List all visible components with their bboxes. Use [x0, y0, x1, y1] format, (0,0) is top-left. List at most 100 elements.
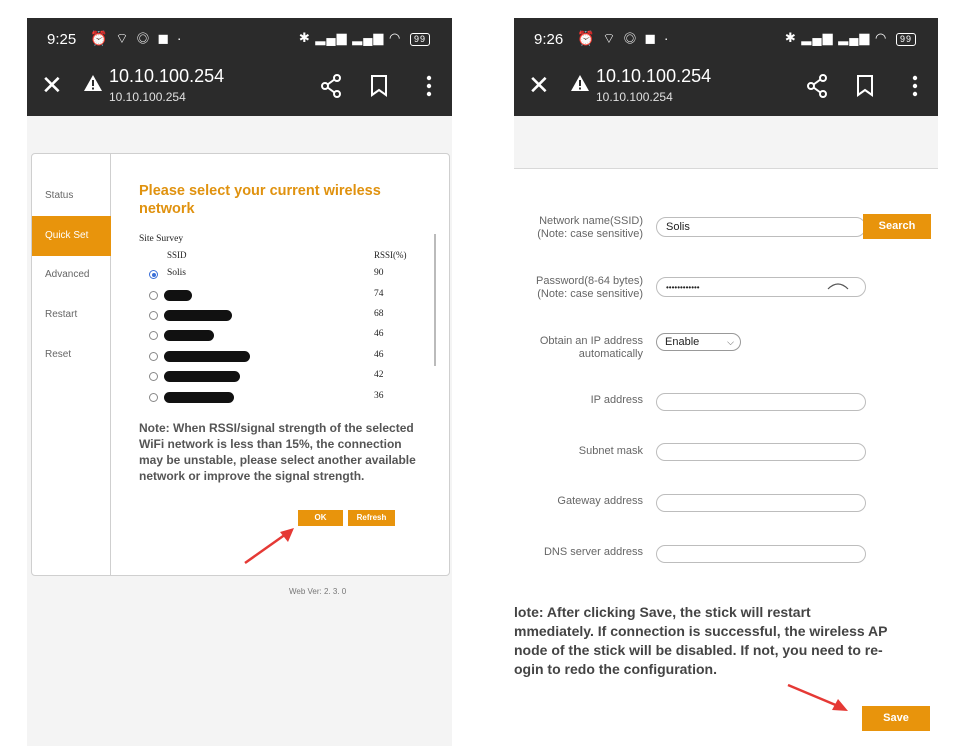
password-label-line1: Password(8-64 bytes) — [536, 275, 643, 287]
ssid-label-line1: Network name(SSID) — [539, 215, 643, 227]
eye-icon[interactable] — [827, 282, 849, 290]
notification-icons: ⏰ ⌔ ◎ ◼ · — [90, 30, 184, 46]
ssid-input[interactable]: Solis — [656, 217, 866, 237]
bookmark-icon[interactable] — [856, 74, 874, 103]
warning-icon[interactable] — [570, 74, 590, 97]
battery-icon: 99 — [409, 33, 430, 46]
left-phone-screen: 9:25 ⏰ ⌔ ◎ ◼ · ✱ ▂▄▆ ▂▄▆ ◠ 99 ✕ 10.10.10… — [27, 18, 452, 746]
network-row[interactable]: 36 — [149, 389, 429, 407]
refresh-button[interactable]: Refresh — [348, 510, 395, 526]
ip-address-input[interactable] — [656, 393, 866, 411]
password-label: Password(8-64 bytes) (Note: case sensiti… — [514, 275, 643, 301]
notification-icons: ⏰ ⌔ ◎ ◼ · — [577, 30, 671, 46]
ssid-column-header: SSID — [167, 250, 187, 260]
battery-icon: 99 — [895, 33, 916, 46]
page-header-band — [514, 116, 938, 169]
chevron-down-icon: ⌵ — [727, 337, 734, 347]
bookmark-icon[interactable] — [370, 74, 388, 103]
network-radio[interactable] — [149, 372, 158, 381]
redacted-ssid — [164, 371, 240, 382]
status-time: 9:26 — [534, 31, 564, 48]
browser-toolbar: ✕ 10.10.100.254 10.10.100.254 — [514, 60, 938, 116]
redacted-ssid — [164, 392, 234, 403]
warning-icon[interactable] — [83, 74, 103, 97]
network-ssid: Solis — [167, 268, 187, 278]
redacted-ssid — [164, 330, 214, 341]
sidebar-item-restart[interactable]: Restart — [32, 295, 111, 335]
redacted-ssid — [164, 351, 250, 362]
network-row[interactable]: 46 — [149, 327, 429, 345]
network-radio[interactable] — [149, 270, 158, 279]
ssid-label-line2: (Note: case sensitive) — [537, 228, 643, 240]
dns-label: DNS server address — [543, 546, 643, 558]
subnet-mask-input[interactable] — [656, 443, 866, 461]
network-radio[interactable] — [149, 393, 158, 402]
network-rssi: 42 — [374, 370, 384, 380]
close-icon[interactable]: ✕ — [528, 72, 550, 98]
network-row[interactable]: 46 — [149, 348, 429, 366]
right-phone-screen: 9:26 ⏰ ⌔ ◎ ◼ · ✱ ▂▄▆ ▂▄▆ ◠ 99 ✕ 10.10.10… — [514, 18, 938, 746]
status-bar: 9:25 ⏰ ⌔ ◎ ◼ · ✱ ▂▄▆ ▂▄▆ ◠ 99 — [27, 18, 452, 60]
ssid-label: Network name(SSID) (Note: case sensitive… — [514, 215, 643, 241]
network-row[interactable]: Solis 90 — [149, 266, 429, 284]
network-rssi: 46 — [374, 350, 384, 360]
obtain-ip-value: Enable — [665, 336, 700, 348]
close-icon[interactable]: ✕ — [41, 72, 63, 98]
redacted-ssid — [164, 290, 192, 301]
share-icon[interactable] — [320, 74, 342, 103]
password-label-line2: (Note: case sensitive) — [537, 288, 643, 300]
url-subtext: 10.10.100.254 — [109, 90, 186, 104]
share-icon[interactable] — [806, 74, 828, 103]
subnet-mask-label: Subnet mask — [578, 445, 643, 457]
red-arrow-icon — [244, 528, 294, 565]
web-version: Web Ver: 2. 3. 0 — [289, 587, 347, 596]
save-note: lote: After clicking Save, the stick wil… — [514, 604, 888, 677]
network-radio[interactable] — [149, 311, 158, 320]
network-row[interactable]: 74 — [149, 287, 429, 305]
network-rssi: 74 — [374, 289, 384, 299]
obtain-ip-label: Obtain an IP address automatically — [514, 335, 643, 361]
sidebar-item-quick-set[interactable]: Quick Set — [32, 216, 111, 256]
sidebar-item-advanced[interactable]: Advanced — [32, 255, 111, 295]
password-input[interactable]: •••••••••••• — [656, 277, 866, 297]
ok-button[interactable]: OK — [298, 510, 343, 526]
rssi-column-header: RSSI(%) — [374, 250, 407, 260]
status-bar: 9:26 ⏰ ⌔ ◎ ◼ · ✱ ▂▄▆ ▂▄▆ ◠ 99 — [514, 18, 938, 60]
gateway-input[interactable] — [656, 494, 866, 512]
gateway-label: Gateway address — [557, 495, 643, 507]
network-rssi: 68 — [374, 309, 384, 319]
network-row[interactable]: 42 — [149, 368, 429, 386]
signal-icons: ✱ ▂▄▆ ▂▄▆ ◠ 99 — [785, 30, 916, 46]
url-subtext: 10.10.100.254 — [596, 90, 673, 104]
page-title: Please select your current wireless netw… — [139, 183, 381, 217]
sidebar-item-reset[interactable]: Reset — [32, 335, 111, 375]
url-text[interactable]: 10.10.100.254 — [109, 66, 224, 87]
router-config-panel: Status Quick Set Advanced Restart Reset … — [31, 153, 450, 576]
password-value: •••••••••••• — [666, 283, 700, 292]
network-radio[interactable] — [149, 352, 158, 361]
dns-input[interactable] — [656, 545, 866, 563]
router-sidebar: Status Quick Set Advanced Restart Reset — [32, 154, 111, 575]
status-time: 9:25 — [47, 31, 77, 48]
search-button[interactable]: Search — [863, 214, 931, 239]
network-rssi: 46 — [374, 329, 384, 339]
url-text[interactable]: 10.10.100.254 — [596, 66, 711, 87]
network-row[interactable]: 68 — [149, 307, 429, 325]
save-button[interactable]: Save — [862, 706, 930, 731]
network-radio[interactable] — [149, 331, 158, 340]
rssi-note: Note: When RSSI/signal strength of the s… — [139, 421, 416, 483]
sidebar-item-status[interactable]: Status — [32, 176, 111, 216]
more-options-icon[interactable] — [426, 74, 432, 103]
ip-address-label: IP address — [590, 394, 643, 406]
more-options-icon[interactable] — [912, 74, 918, 103]
obtain-ip-label-line1: Obtain an IP address — [539, 335, 643, 347]
network-radio[interactable] — [149, 291, 158, 300]
browser-toolbar: ✕ 10.10.100.254 10.10.100.254 — [27, 60, 452, 116]
red-arrow-icon — [787, 683, 848, 711]
network-rssi: 36 — [374, 391, 384, 401]
network-rssi: 90 — [374, 268, 384, 278]
router-main-content: Please select your current wireless netw… — [112, 154, 449, 575]
list-scrollbar[interactable] — [434, 234, 436, 366]
obtain-ip-label-line2: automatically — [578, 348, 643, 360]
obtain-ip-select[interactable]: Enable ⌵ — [656, 333, 741, 351]
